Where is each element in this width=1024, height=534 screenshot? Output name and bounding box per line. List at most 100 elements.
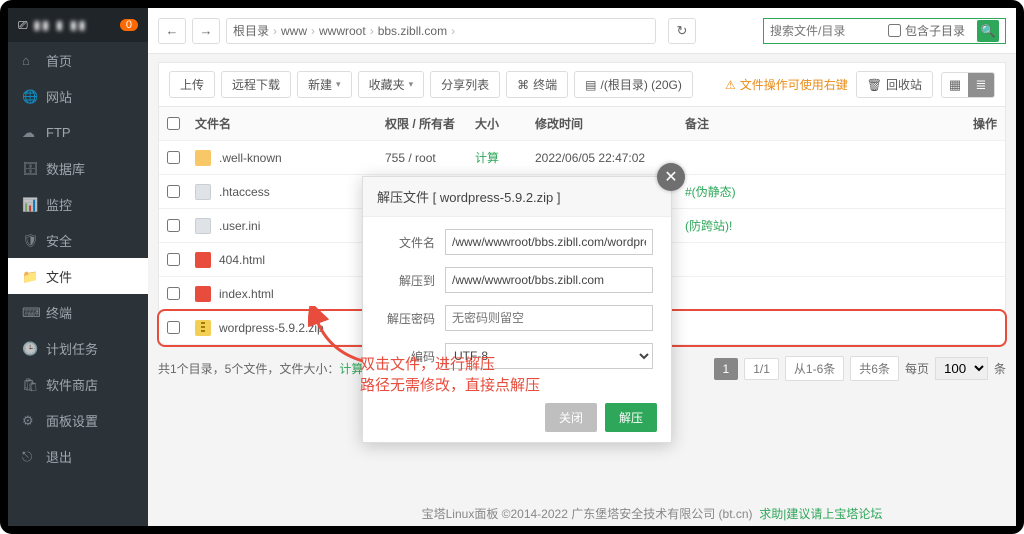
row-checkbox[interactable] [167,219,180,232]
col-perm[interactable]: 权限 / 所有者 [385,115,475,132]
view-toggle: ▦ ≣ [941,72,995,98]
row-checkbox[interactable] [167,151,180,164]
encoding-select[interactable]: UTF-8 [445,343,653,369]
page-count: 共6条 [850,356,899,381]
trash-icon: 🗑 [867,78,882,92]
remote-dl-button[interactable]: 远程下载 [221,71,291,98]
page-icon [195,184,211,200]
file-name: .user.ini [219,219,260,233]
pager: 1 1/1 从1-6条 共6条 每页 100 条 [714,356,1006,381]
sidebar-item-gear[interactable]: ⚙面板设置 [8,402,148,438]
search-button[interactable]: 🔍 [977,20,999,42]
col-mtime[interactable]: 修改时间 [535,115,685,132]
bc-site[interactable]: bbs.zibll.com [378,24,447,38]
col-size[interactable]: 大小 [475,115,535,132]
sidebar: ⎚ ▮▮ ▮ ▮▮ 0 ⌂首页🌐网站☁FTP🗄数据库📊监控🛡安全📁文件⌨终端🕒计… [8,8,148,526]
clock-icon: 🕒 [22,341,36,355]
sidebar-item-db[interactable]: 🗄数据库 [8,150,148,186]
file-name: .htaccess [219,185,270,199]
file-name: .well-known [219,151,282,165]
err-icon [195,286,211,302]
copyright: 宝塔Linux面板 ©2014-2022 广东堡塔安全技术有限公司 (bt.cn… [288,505,1016,522]
globe-icon: 🌐 [22,89,36,103]
file-name: 404.html [219,253,265,267]
dialog-title: 解压文件 [ wordpress-5.9.2.zip ] [363,177,671,217]
forward-button[interactable]: → [192,18,220,44]
file-name: wordpress-5.9.2.zip [219,321,324,335]
sidebar-item-folder[interactable]: 📁文件 [8,258,148,294]
breadcrumb[interactable]: 根目录 › www › wwwroot › bbs.zibll.com › [233,22,649,39]
sidebar-item-cloud[interactable]: ☁FTP [8,114,148,150]
err-icon [195,252,211,268]
cancel-button[interactable]: 关闭 [545,403,597,432]
bc-wwwroot[interactable]: wwwroot [319,24,366,38]
grid-view-button[interactable]: ▦ [942,73,968,97]
sidebar-item-store[interactable]: 🛍软件商店 [8,366,148,402]
page-icon [195,218,211,234]
sidebar-item-globe[interactable]: 🌐网站 [8,78,148,114]
row-checkbox[interactable] [167,253,180,266]
sidebar-item-clock[interactable]: 🕒计划任务 [8,330,148,366]
monitor-icon: 📊 [22,197,36,211]
sidebar-item-terminal[interactable]: ⌨终端 [8,294,148,330]
table-header: 文件名 权限 / 所有者 大小 修改时间 备注 操作 [159,107,1005,141]
path-bar: ← → 根目录 › www › wwwroot › bbs.zibll.com … [148,8,1016,54]
shield-icon: 🛡 [22,233,36,247]
row-checkbox[interactable] [167,185,180,198]
context-tip: ⚠文件操作可使用右键 [725,76,848,93]
sidebar-item-shield[interactable]: 🛡安全 [8,222,148,258]
size-cell[interactable]: 计算 [475,149,535,166]
per-page-select[interactable]: 100 [935,357,988,380]
file-name: index.html [219,287,274,301]
brand-bar: ⎚ ▮▮ ▮ ▮▮ 0 [8,8,148,42]
terminal-icon: ⌘ [517,78,529,92]
select-all[interactable] [167,117,180,130]
unzip-button[interactable]: 解压 [605,403,657,432]
include-subdir[interactable]: 包含子目录 [888,22,965,39]
list-view-button[interactable]: ≣ [968,73,994,97]
warn-icon: ⚠ [725,78,736,92]
trash-button[interactable]: 🗑回收站 [856,71,933,98]
page-current[interactable]: 1 [714,358,739,380]
disk-button[interactable]: ▤/(根目录) (20G) [574,71,693,98]
fav-button[interactable]: 收藏夹▾ [358,71,425,98]
row-checkbox[interactable] [167,321,180,334]
zip-icon [195,320,211,336]
terminal-button[interactable]: ⌘终端 [506,71,568,98]
cloud-icon: ☁ [22,125,36,139]
close-icon[interactable]: ✕ [657,163,685,191]
msg-badge[interactable]: 0 [120,19,138,31]
monitor-icon: ⎚ [18,18,28,33]
bc-www[interactable]: www [281,24,307,38]
calc-size-link[interactable]: 计算 [339,360,363,377]
dest-input[interactable] [445,267,653,293]
folder-icon [195,150,211,166]
page-range: 从1-6条 [785,356,844,381]
row-checkbox[interactable] [167,287,180,300]
password-input[interactable] [445,305,653,331]
filename-input[interactable] [445,229,653,255]
forum-link[interactable]: 求助|建议请上宝塔论坛 [759,507,882,521]
share-button[interactable]: 分享列表 [430,71,500,98]
search-input[interactable] [770,24,880,38]
new-button[interactable]: 新建▾ [297,71,352,98]
col-name[interactable]: 文件名 [195,115,385,132]
file-toolbar: 上传 远程下载 新建▾ 收藏夹▾ 分享列表 ⌘终端 ▤/(根目录) (20G) … [158,62,1006,106]
sidebar-item-exit[interactable]: ⎋退出 [8,438,148,474]
col-remark[interactable]: 备注 [685,115,937,132]
back-button[interactable]: ← [158,18,186,44]
upload-button[interactable]: 上传 [169,71,215,98]
home-icon: ⌂ [22,53,36,67]
unzip-dialog: ✕ 解压文件 [ wordpress-5.9.2.zip ] 文件名 解压到 解… [362,176,672,443]
sidebar-item-monitor[interactable]: 📊监控 [8,186,148,222]
brand-blur: ▮▮ ▮ ▮▮ [34,18,88,32]
gear-icon: ⚙ [22,413,36,427]
store-icon: 🛍 [22,377,36,391]
table-row[interactable]: .well-known755 / root计算2022/06/05 22:47:… [159,141,1005,175]
bc-root[interactable]: 根目录 [233,22,269,39]
folder-icon: 📁 [22,269,36,283]
sidebar-item-home[interactable]: ⌂首页 [8,42,148,78]
db-icon: 🗄 [22,161,36,175]
col-ops: 操作 [937,115,997,132]
refresh-button[interactable]: ↻ [668,18,696,44]
